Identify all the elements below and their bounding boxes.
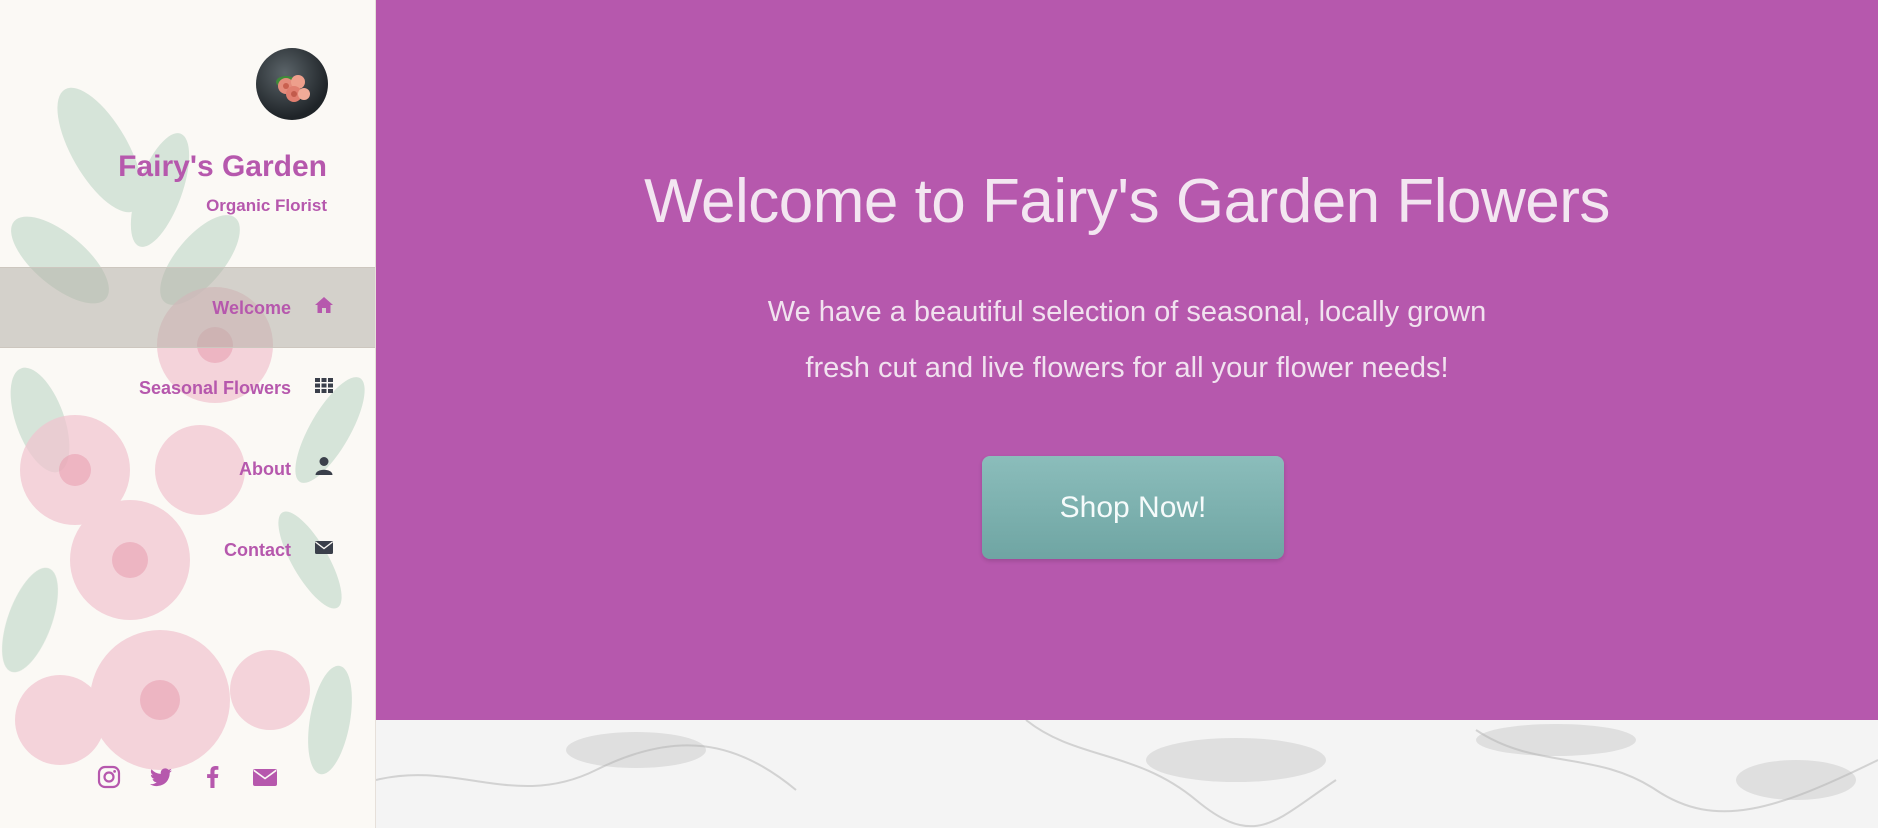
- nav-item-label: Welcome: [212, 298, 291, 318]
- site-title[interactable]: Fairy's Garden: [118, 150, 327, 184]
- nav-item-label: Seasonal Flowers: [138, 378, 291, 398]
- user-icon: [315, 457, 333, 475]
- nav-item-about[interactable]: About: [0, 429, 375, 510]
- twitter-icon[interactable]: [148, 764, 174, 790]
- email-icon[interactable]: [252, 764, 278, 790]
- marble-texture: [376, 720, 1878, 828]
- hero-description-line: We have a beautiful selection of seasona…: [767, 296, 1487, 328]
- nav-item-seasonal-flowers[interactable]: Seasonal Flowers: [0, 348, 375, 429]
- shop-now-button[interactable]: Shop Now!: [982, 456, 1284, 559]
- site-subtitle: Organic Florist: [206, 196, 327, 215]
- hero-description: We have a beautiful selection of seasona…: [376, 284, 1878, 396]
- marble-background-section: [376, 720, 1878, 828]
- sidebar: Fairy's Garden Organic Florist Welcome S…: [0, 0, 376, 828]
- social-links: [96, 764, 278, 790]
- rose-bouquet-image: [276, 75, 310, 102]
- hero-description-line: fresh cut and live flowers for all your …: [805, 352, 1449, 384]
- envelope-icon: [315, 541, 333, 554]
- logo-avatar[interactable]: [256, 48, 328, 120]
- main-nav: Welcome Seasonal Flowers About Contact: [0, 267, 375, 591]
- hero-title: Welcome to Fairy's Garden Flowers: [644, 167, 1610, 236]
- instagram-icon[interactable]: [96, 764, 122, 790]
- nav-item-welcome[interactable]: Welcome: [0, 267, 375, 348]
- home-icon: [315, 297, 333, 313]
- nav-item-label: About: [239, 459, 291, 479]
- hero-section: Welcome to Fairy's Garden Flowers We hav…: [376, 0, 1878, 720]
- nav-item-label: Contact: [224, 540, 291, 560]
- nav-item-contact[interactable]: Contact: [0, 510, 375, 591]
- facebook-icon[interactable]: [200, 764, 226, 790]
- grid-icon: [315, 378, 333, 393]
